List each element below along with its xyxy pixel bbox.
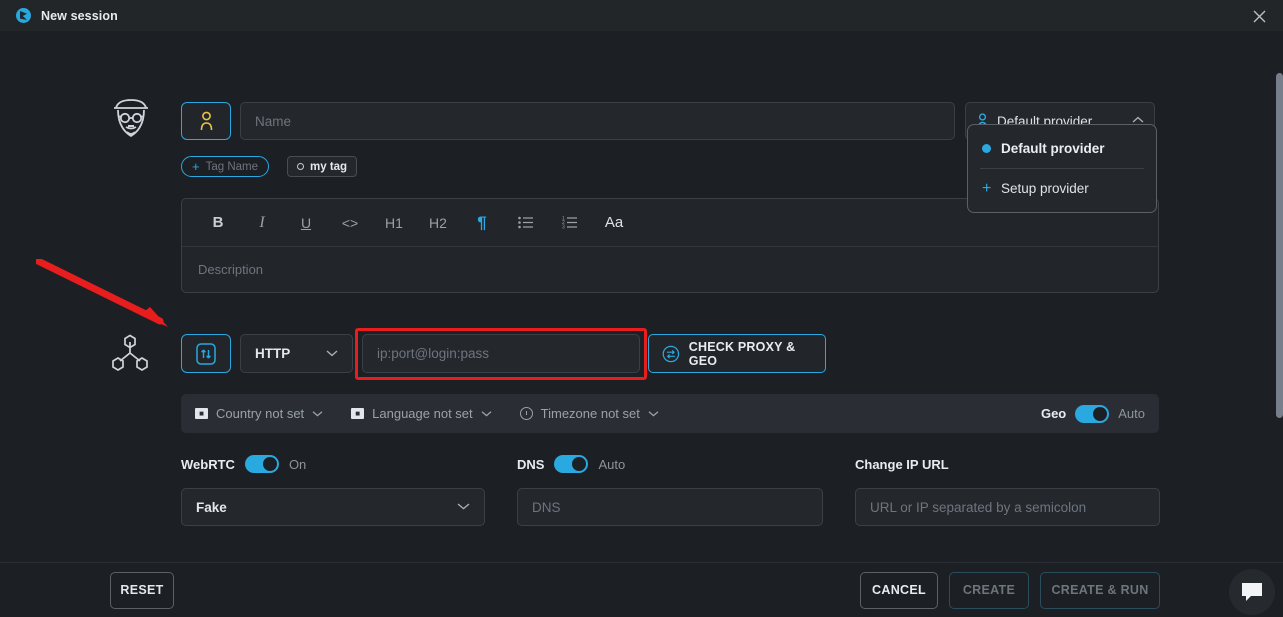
webrtc-toggle[interactable]: [245, 455, 279, 473]
underline-button[interactable]: U: [284, 208, 328, 238]
add-tag-button[interactable]: + Tag Name: [181, 156, 269, 177]
country-value: Country not set: [216, 406, 304, 421]
heading2-button[interactable]: H2: [416, 208, 460, 238]
create-and-run-button[interactable]: CREATE & RUN: [1040, 572, 1160, 609]
geo-toggle-state: Auto: [1118, 406, 1145, 421]
chevron-down-icon: [457, 501, 470, 513]
network-nodes-icon: [108, 333, 152, 375]
chevron-down-icon: [481, 408, 492, 420]
clock-icon: [520, 407, 533, 420]
change-ip-url-group: Change IP URL URL or IP separated by a s…: [855, 455, 1160, 526]
heisenberg-avatar-icon: [106, 94, 156, 149]
annotation-arrow: [36, 259, 188, 337]
country-select[interactable]: ■ Country not set: [195, 406, 323, 421]
description-placeholder: Description: [198, 262, 263, 277]
timezone-select[interactable]: Timezone not set: [520, 406, 659, 421]
create-button[interactable]: CREATE: [949, 572, 1029, 609]
chat-bubble-icon[interactable]: [1229, 569, 1275, 615]
flag-icon: ■: [195, 408, 208, 419]
dns-state: Auto: [598, 457, 625, 472]
window-title: New session: [41, 9, 118, 23]
italic-button[interactable]: I: [240, 208, 284, 238]
change-ip-url-placeholder: URL or IP separated by a semicolon: [870, 500, 1086, 515]
flag-icon: ■: [351, 408, 364, 419]
new-session-dialog: New session: [0, 0, 1283, 617]
code-button[interactable]: <>: [328, 208, 372, 238]
provider-dropdown-menu: Default provider + Setup provider: [967, 124, 1157, 213]
heading1-button[interactable]: H1: [372, 208, 416, 238]
dialog-footer: RESET CANCEL CREATE CREATE & RUN: [0, 562, 1283, 617]
check-proxy-label: CHECK PROXY & GEO: [689, 340, 812, 368]
font-size-button[interactable]: Aa: [592, 208, 636, 238]
change-ip-url-input[interactable]: URL or IP separated by a semicolon: [855, 488, 1160, 526]
close-icon[interactable]: [1245, 4, 1273, 28]
geo-label: Geo: [1041, 406, 1066, 421]
geo-settings-bar: ■ Country not set ■ Language not set Tim…: [181, 394, 1159, 433]
session-name-input[interactable]: Name: [240, 102, 955, 140]
proxy-type-select[interactable]: HTTP: [240, 334, 353, 373]
dns-group: DNS Auto DNS: [517, 455, 823, 526]
refresh-arrows-icon: [662, 344, 680, 364]
app-globe-icon: [16, 8, 31, 23]
change-ip-url-label: Change IP URL: [855, 457, 949, 472]
chevron-down-icon: [648, 408, 659, 420]
webrtc-state: On: [289, 457, 306, 472]
webrtc-label: WebRTC: [181, 457, 235, 472]
provider-option-label: Default provider: [1001, 141, 1105, 156]
session-name-placeholder: Name: [255, 114, 291, 129]
paragraph-button[interactable]: ¶: [460, 208, 504, 238]
numbered-list-button[interactable]: 123: [548, 208, 592, 238]
reset-button[interactable]: RESET: [110, 572, 174, 609]
dns-label: DNS: [517, 457, 544, 472]
provider-option-label: Setup provider: [1001, 181, 1089, 196]
proxy-enable-button[interactable]: [181, 334, 231, 373]
tag-color-icon: [297, 163, 304, 170]
webrtc-group: WebRTC On Fake: [181, 455, 485, 526]
add-tag-label: Tag Name: [206, 161, 258, 173]
proxy-type-value: HTTP: [255, 346, 290, 361]
chevron-down-icon: [312, 408, 323, 420]
provider-option-default[interactable]: Default provider: [968, 129, 1156, 168]
webrtc-mode-select[interactable]: Fake: [181, 488, 485, 526]
titlebar: New session: [0, 0, 1283, 31]
identity-person-button[interactable]: [181, 102, 231, 140]
scrollbar-thumb[interactable]: [1276, 73, 1283, 418]
timezone-value: Timezone not set: [541, 406, 640, 421]
bold-button[interactable]: B: [196, 208, 240, 238]
language-select[interactable]: ■ Language not set: [351, 406, 491, 421]
proxy-updown-icon: [196, 343, 216, 365]
proxy-address-input[interactable]: ip:port@login:pass: [362, 334, 640, 373]
dns-input[interactable]: DNS: [517, 488, 823, 526]
dns-toggle[interactable]: [554, 455, 588, 473]
plus-icon: +: [192, 160, 200, 173]
check-proxy-and-geo-button[interactable]: CHECK PROXY & GEO: [648, 334, 826, 373]
chevron-down-icon: [326, 348, 338, 360]
form-scroll-area: Name Default provider + Tag Name my tag …: [0, 31, 1283, 562]
geo-auto-control: Geo Auto: [1041, 405, 1145, 423]
language-value: Language not set: [372, 406, 472, 421]
dns-placeholder: DNS: [532, 500, 561, 515]
webrtc-mode-value: Fake: [196, 500, 227, 515]
description-body[interactable]: Description: [182, 247, 1158, 293]
bullet-list-button[interactable]: [504, 208, 548, 238]
tag-chip-label: my tag: [310, 161, 347, 173]
selected-dot-icon: [982, 144, 991, 153]
provider-option-setup[interactable]: + Setup provider: [968, 169, 1156, 208]
scrollbar-track[interactable]: [1276, 31, 1283, 562]
person-icon: [198, 111, 215, 132]
tag-chip[interactable]: my tag: [287, 156, 357, 177]
geo-toggle[interactable]: [1075, 405, 1109, 423]
svg-text:3: 3: [562, 225, 565, 229]
plus-icon: +: [982, 181, 991, 197]
proxy-address-placeholder: ip:port@login:pass: [377, 346, 489, 361]
cancel-button[interactable]: CANCEL: [860, 572, 938, 609]
